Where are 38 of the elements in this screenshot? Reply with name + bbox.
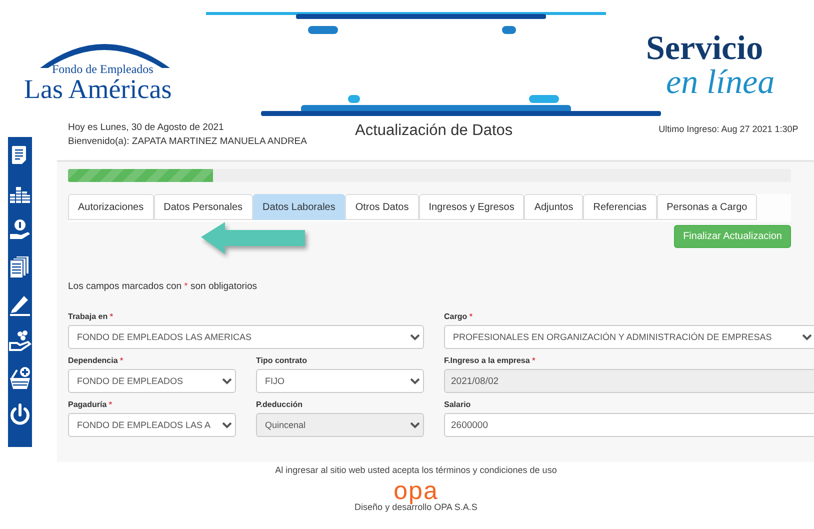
select-field[interactable]: FONDO DE EMPLEADOS LAS A xyxy=(68,413,236,437)
date-text: Hoy es Lunes, 30 de Agosto de 2021 xyxy=(68,122,225,133)
money-hand-icon[interactable] xyxy=(8,218,32,242)
basket-add-icon[interactable] xyxy=(8,366,32,390)
tab[interactable]: Otros Datos xyxy=(345,194,419,220)
brand-logo: opa xyxy=(394,480,438,502)
tab[interactable]: Datos Laborales xyxy=(252,194,346,220)
field-label: Cargo * xyxy=(444,312,474,321)
field-label: Salario xyxy=(444,400,472,409)
logo-subtitle: Fondo de Empleados xyxy=(52,62,154,77)
tab[interactable]: Autorizaciones xyxy=(68,194,154,220)
tab[interactable]: Referencias xyxy=(583,194,657,220)
tab[interactable]: Personas a Cargo xyxy=(656,194,758,220)
power-icon[interactable] xyxy=(8,403,32,427)
input-field[interactable]: 2600000 xyxy=(444,413,814,437)
tab[interactable]: Datos Personales xyxy=(154,194,253,220)
field-label: Pagaduría * xyxy=(68,400,114,409)
field-label: P.deducción xyxy=(256,400,304,409)
hand-dots-icon[interactable] xyxy=(8,329,32,353)
service-title: Servicio xyxy=(646,32,764,66)
required-note: Los campos marcados con * son obligatorios xyxy=(68,281,258,292)
select-field[interactable]: FONDO DE EMPLEADOS LAS AMERICAS xyxy=(68,325,424,349)
select-field[interactable]: FIJO xyxy=(256,369,424,393)
logo-title: Las Américas xyxy=(24,74,172,105)
field-label: Trabaja en * xyxy=(68,312,114,321)
terms-text: Al ingresar al sitio web usted acepta los términos y condiciones de uso xyxy=(275,465,557,475)
service-subtitle: en línea xyxy=(666,66,775,100)
field-label: F.Ingreso a la empresa * xyxy=(444,356,536,365)
select-field[interactable]: FONDO DE EMPLEADOS xyxy=(68,369,236,393)
field-label: Dependencia * xyxy=(68,356,124,365)
page-title: Actualización de Datos xyxy=(355,121,513,141)
tab[interactable]: Ingresos y Egresos xyxy=(418,194,524,220)
welcome-text: Bienvenido(a): ZAPATA MARTINEZ MANUELA ANDREA xyxy=(68,136,308,147)
field-label: Tipo contrato xyxy=(256,356,308,365)
select-field[interactable]: PROFESIONALES EN ORGANIZACIÓN Y ADMINISTRACIÓN DE EMPRESAS xyxy=(444,325,814,349)
last-login-text: Ultimo Ingreso: Aug 27 2021 1:30P xyxy=(658,123,798,136)
credit-text: Diseño y desarrollo OPA S.A.S xyxy=(354,502,478,512)
tab[interactable]: Adjuntos xyxy=(524,194,584,220)
